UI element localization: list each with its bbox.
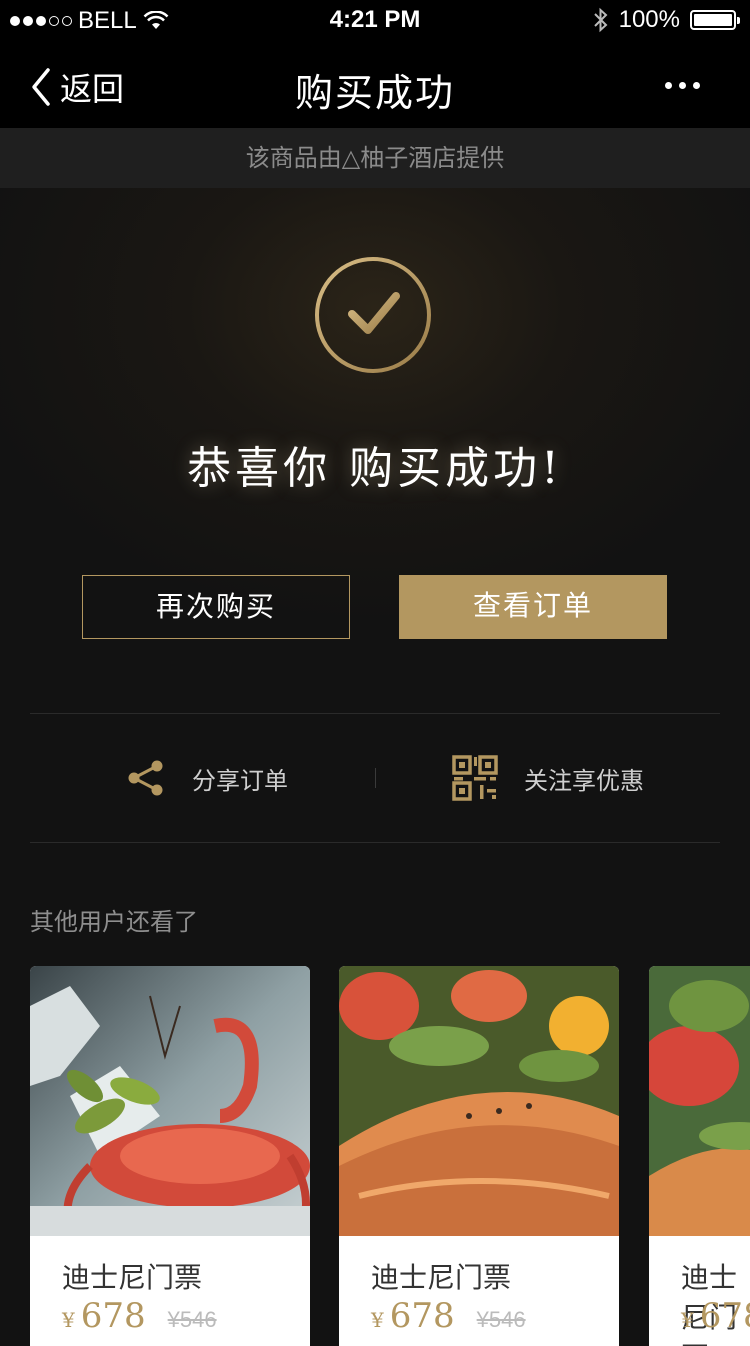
divider bbox=[30, 842, 720, 843]
recommend-title: 其他用户还看了 bbox=[30, 908, 198, 936]
battery-icon bbox=[690, 10, 740, 30]
currency-symbol: ¥ bbox=[371, 1308, 384, 1332]
page-title: 购买成功 bbox=[294, 71, 455, 115]
follow-discount-label: 关注享优惠 bbox=[524, 766, 644, 795]
salmon-salad-image bbox=[339, 966, 619, 1236]
view-order-button[interactable]: 查看订单 bbox=[399, 575, 667, 639]
action-separator bbox=[375, 768, 376, 788]
crab-dish-image bbox=[30, 966, 310, 1236]
share-icon bbox=[128, 760, 163, 796]
qr-code-icon bbox=[452, 755, 498, 801]
nav-bar: 返回 购买成功 bbox=[0, 40, 750, 128]
buy-again-button[interactable]: 再次购买 bbox=[82, 575, 350, 639]
status-bar: BELL 4:21 PM 100% bbox=[0, 0, 750, 40]
currency-symbol: ¥ bbox=[681, 1308, 694, 1332]
battery-percent: 100% bbox=[618, 6, 680, 33]
price-value: 678 bbox=[389, 1296, 455, 1336]
share-order-action[interactable]: 分享订单 bbox=[126, 752, 288, 804]
product-price: ¥ 678 ¥546 bbox=[62, 1296, 217, 1336]
product-card[interactable]: 迪士尼门票 ¥ 678 bbox=[649, 966, 750, 1346]
divider bbox=[30, 713, 720, 714]
salad-dish-image bbox=[649, 966, 750, 1236]
share-order-label: 分享订单 bbox=[192, 766, 288, 795]
product-price: ¥ 678 bbox=[681, 1296, 750, 1336]
product-name: 迪士尼门票 bbox=[62, 1261, 203, 1294]
price-value: 678 bbox=[80, 1296, 146, 1336]
success-message: 恭喜你 购买成功! bbox=[187, 443, 563, 494]
product-name: 迪士尼门票 bbox=[371, 1261, 512, 1294]
status-right: 100% bbox=[593, 6, 740, 34]
original-price: ¥546 bbox=[167, 1307, 217, 1332]
currency-symbol: ¥ bbox=[62, 1308, 75, 1332]
product-card[interactable]: 迪士尼门票 ¥ 678 ¥546 bbox=[30, 966, 310, 1346]
follow-discount-action[interactable]: 关注享优惠 bbox=[452, 752, 644, 804]
product-card[interactable]: 迪士尼门票 ¥ 678 ¥546 bbox=[339, 966, 619, 1346]
provider-note: 该商品由△柚子酒店提供 bbox=[0, 128, 750, 188]
price-value: 678 bbox=[699, 1296, 750, 1336]
bluetooth-icon bbox=[593, 7, 608, 33]
success-check-icon bbox=[315, 257, 431, 373]
product-price: ¥ 678 ¥546 bbox=[371, 1296, 526, 1336]
more-options-icon[interactable] bbox=[665, 82, 700, 89]
original-price: ¥546 bbox=[476, 1307, 526, 1332]
